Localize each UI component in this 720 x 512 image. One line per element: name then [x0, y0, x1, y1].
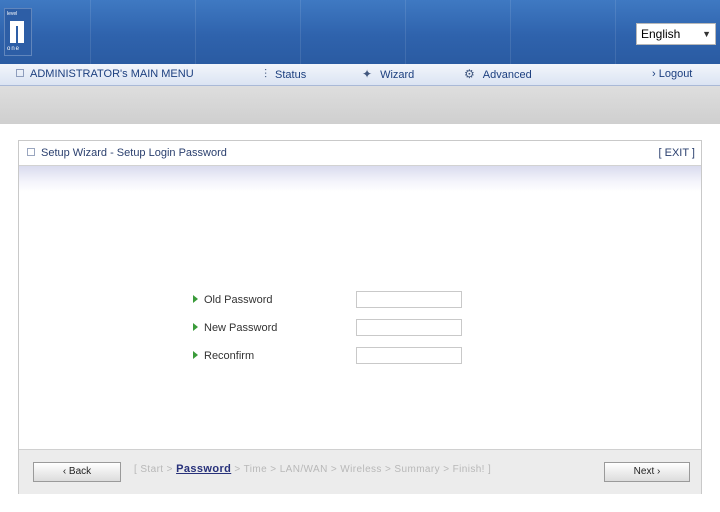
- old-password-field[interactable]: [356, 291, 462, 308]
- top-header: level one English ▼: [0, 0, 720, 64]
- logout-label: › Logout: [652, 68, 693, 80]
- steps-prefix: [ Start >: [134, 464, 177, 475]
- main-menu-title: ADMINISTRATOR's MAIN MENU: [16, 64, 194, 85]
- logo-bottom-text: one: [7, 46, 21, 52]
- wizard-nav-bar: ‹ Back [ Start > Password > Time > LAN/W…: [19, 449, 701, 494]
- wizard-steps: [ Start > Password > Time > LAN/WAN > Wi…: [134, 463, 491, 475]
- panel-title: Setup Wizard - Setup Login Password: [27, 141, 227, 165]
- menu-item-status-label: Status: [275, 69, 307, 81]
- language-selected-value: English: [641, 27, 681, 41]
- panel-title-text: Setup Wizard - Setup Login Password: [41, 147, 227, 159]
- menu-item-advanced[interactable]: ⚙ Advanced: [464, 64, 532, 85]
- wizard-icon: ✦: [362, 67, 373, 81]
- back-button[interactable]: ‹ Back: [33, 462, 121, 482]
- panel-header: Setup Wizard - Setup Login Password [ EX…: [19, 141, 701, 166]
- square-bullet-icon: [16, 69, 24, 78]
- logout-link[interactable]: › Logout: [652, 64, 692, 85]
- green-arrow-icon: [193, 295, 198, 304]
- menu-item-advanced-label: Advanced: [482, 69, 532, 81]
- wizard-panel: Setup Wizard - Setup Login Password [ EX…: [18, 140, 702, 494]
- toolbar-strip: [0, 86, 720, 124]
- main-menu-bar: ADMINISTRATOR's MAIN MENU ⫶ Status ✦ Wizar…: [0, 64, 720, 86]
- language-select[interactable]: English ▼: [636, 23, 716, 45]
- menu-item-wizard-label: Wizard: [380, 69, 415, 81]
- steps-suffix: > Time > LAN/WAN > Wireless > Summary > …: [231, 464, 492, 475]
- exit-link[interactable]: [ EXIT ]: [659, 141, 695, 165]
- new-password-field[interactable]: [356, 319, 462, 336]
- next-button[interactable]: Next ›: [604, 462, 690, 482]
- reconfirm-field[interactable]: [356, 347, 462, 364]
- green-arrow-icon: [193, 323, 198, 332]
- new-password-label: New Password: [193, 322, 277, 334]
- main-menu-label: ADMINISTRATOR's MAIN MENU: [30, 68, 194, 80]
- panel-header-band: [19, 166, 701, 192]
- levelone-logo: level one: [4, 8, 32, 56]
- reconfirm-label: Reconfirm: [193, 350, 254, 362]
- advanced-icon: ⚙: [464, 67, 475, 81]
- menu-item-status[interactable]: ⫶ Status: [264, 64, 306, 85]
- logo-top-text: level: [7, 11, 18, 17]
- square-bullet-icon: [27, 148, 35, 157]
- current-step: Password: [176, 463, 232, 475]
- green-arrow-icon: [193, 351, 198, 360]
- old-password-label: Old Password: [193, 294, 272, 306]
- menu-item-wizard[interactable]: ✦ Wizard: [362, 64, 414, 85]
- status-icon: ⫶: [264, 67, 268, 81]
- chevron-down-icon: ▼: [702, 29, 711, 39]
- header-decoration: [90, 0, 720, 64]
